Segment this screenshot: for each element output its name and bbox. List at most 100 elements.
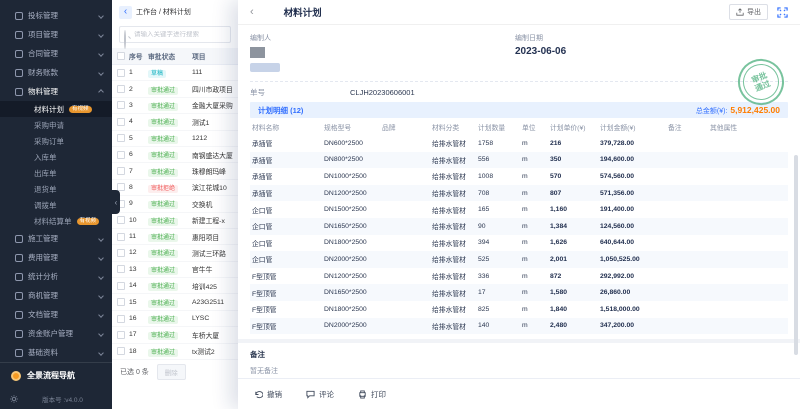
row-project[interactable]: 交换机 [192,199,238,209]
table-row[interactable]: 企口管 DN1500*2500 给排水管材 165 m 1,160 191,40… [250,201,788,218]
sidebar-item[interactable]: 调拨单 [0,197,112,213]
list-row[interactable]: 14 审批通过 培训425 [112,278,238,294]
row-project[interactable]: tx测试2 [192,346,238,356]
row-checkbox[interactable] [117,118,125,126]
drawer-back-icon[interactable]: ‹ [250,7,254,18]
row-project[interactable]: 四川市政项目 [192,84,238,94]
row-checkbox[interactable] [117,315,125,323]
sidebar-item[interactable]: 商机管理 [0,286,112,305]
row-checkbox[interactable] [117,347,125,355]
table-row[interactable]: F型顶管 DN2000*2500 给排水管材 140 m 2,480 347,2… [250,318,788,335]
row-checkbox[interactable] [117,69,125,77]
back-button[interactable]: ‹ [119,6,132,19]
row-checkbox[interactable] [117,167,125,175]
sidebar-item[interactable]: 出库单 [0,165,112,181]
list-row[interactable]: 7 审批通过 珠穆朗玛峰 [112,163,238,179]
sidebar-item[interactable]: 材料结算单 有视频 [0,213,112,229]
list-row[interactable]: 3 审批通过 金融大厦采购 [112,98,238,114]
list-row[interactable]: 8 审批拒绝 滨江花城10 [112,180,238,196]
process-nav-button[interactable]: 全景流程导航 [0,363,112,388]
table-row[interactable]: 承插管 DN600*2500 给排水管材 1758 m 216 379,728.… [250,135,788,152]
sidebar-item[interactable]: 文档管理 [0,305,112,324]
row-project[interactable]: 车桥大厦 [192,330,238,340]
revoke-button[interactable]: 撤销 [254,389,282,400]
list-row[interactable]: 2 审批通过 四川市政项目 [112,81,238,97]
list-row[interactable]: 18 审批通过 tx测试2 [112,344,238,360]
row-checkbox[interactable] [117,249,125,257]
row-project[interactable]: 滨江花城10 [192,182,238,192]
row-project[interactable]: A23G2511 [192,299,238,306]
row-project[interactable]: 官牛牛 [192,264,238,274]
row-checkbox[interactable] [117,282,125,290]
row-checkbox[interactable] [117,85,125,93]
list-row[interactable]: 6 审批通过 南钢盛达大厦 [112,147,238,163]
row-project[interactable]: 测试三环路 [192,248,238,258]
row-project[interactable]: 培训425 [192,281,238,291]
fullscreen-icon[interactable] [777,7,788,18]
sidebar-item[interactable]: 统计分析 [0,267,112,286]
sidebar-item[interactable]: 物料管理 [0,82,112,101]
list-row[interactable]: 17 审批通过 车桥大厦 [112,327,238,343]
sidebar-item[interactable]: 投标管理 [0,6,112,25]
row-project[interactable]: 金融大厦采购 [192,100,238,110]
row-project[interactable]: 惠阳项目 [192,232,238,242]
row-project[interactable]: 新建工程-x [192,215,238,225]
table-row[interactable]: 承插管 DN1200*2500 给排水管材 708 m 807 571,356.… [250,185,788,202]
comment-button[interactable]: 评论 [306,389,334,400]
sidebar-item[interactable]: 项目管理 [0,25,112,44]
row-project[interactable]: 珠穆朗玛峰 [192,166,238,176]
list-row[interactable]: 15 审批通过 A23G2511 [112,294,238,310]
row-checkbox[interactable] [117,233,125,241]
row-project[interactable]: LYSC [192,315,238,322]
list-row[interactable]: 9 审批通过 交换机 [112,196,238,212]
list-row[interactable]: 13 审批通过 官牛牛 [112,262,238,278]
sidebar-item[interactable]: 入库单 [0,149,112,165]
breadcrumb-root[interactable]: 工作台 [136,9,157,16]
gear-icon[interactable] [10,395,18,403]
table-row[interactable]: F型顶管 DN1200*2500 给排水管材 336 m 872 292,992… [250,268,788,285]
list-row[interactable]: 12 审批通过 测试三环路 [112,245,238,261]
cell-spec: DN1500*2500 [322,201,380,218]
row-checkbox[interactable] [117,134,125,142]
row-project[interactable]: 1212 [192,135,238,142]
row-project[interactable]: 南钢盛达大厦 [192,150,238,160]
list-row[interactable]: 4 审批通过 测试1 [112,114,238,130]
row-checkbox[interactable] [117,101,125,109]
sidebar-item[interactable]: 采购订单 [0,133,112,149]
list-row[interactable]: 5 审批通过 1212 [112,131,238,147]
table-row[interactable]: 企口管 DN1650*2500 给排水管材 90 m 1,384 124,560… [250,218,788,235]
sidebar-item[interactable]: 采购申请 [0,117,112,133]
row-project[interactable]: 111 [192,69,238,76]
table-row[interactable]: 企口管 DN2000*2500 给排水管材 525 m 2,001 1,050,… [250,251,788,268]
row-checkbox[interactable] [117,151,125,159]
scrollbar[interactable] [794,155,798,355]
sidebar-item[interactable]: 施工管理 [0,229,112,248]
table-row[interactable]: F型顶管 DN1650*2500 给排水管材 17 m 1,580 26,860… [250,284,788,301]
sidebar-item[interactable]: 费用管理 [0,248,112,267]
table-row[interactable]: F型顶管 DN1800*2500 给排水管材 825 m 1,840 1,518… [250,301,788,318]
row-checkbox[interactable] [117,331,125,339]
select-all-checkbox[interactable] [117,52,125,60]
sidebar-item[interactable]: 基础资料 [0,343,112,362]
list-row[interactable]: 10 审批通过 新建工程-x [112,213,238,229]
search-input[interactable] [134,31,226,38]
sidebar-item[interactable]: 材料计划 有视频 [0,101,112,117]
export-button[interactable]: 导出 [729,4,768,20]
table-row[interactable]: 承插管 DN800*2500 给排水管材 556 m 350 194,600.0… [250,152,788,169]
row-checkbox[interactable] [117,265,125,273]
list-row[interactable]: 1 草稿 111 [112,65,238,81]
table-row[interactable]: 承插管 DN1000*2500 给排水管材 1008 m 570 574,560… [250,168,788,185]
list-row[interactable]: 16 审批通过 LYSC [112,311,238,327]
row-checkbox[interactable] [117,298,125,306]
sidebar-item[interactable]: 财务账款 [0,63,112,82]
print-button[interactable]: 打印 [358,389,386,400]
delete-button[interactable]: 删除 [157,364,186,380]
sidebar-item[interactable]: 合同管理 [0,44,112,63]
sidebar-item[interactable]: 退货单 [0,181,112,197]
row-project[interactable]: 测试1 [192,117,238,127]
sidebar-collapse-handle[interactable]: ‹ [112,190,120,214]
row-checkbox[interactable] [117,216,125,224]
sidebar-item[interactable]: 资金账户管理 [0,324,112,343]
list-row[interactable]: 11 审批通过 惠阳项目 [112,229,238,245]
table-row[interactable]: 企口管 DN1800*2500 给排水管材 394 m 1,626 640,64… [250,235,788,252]
